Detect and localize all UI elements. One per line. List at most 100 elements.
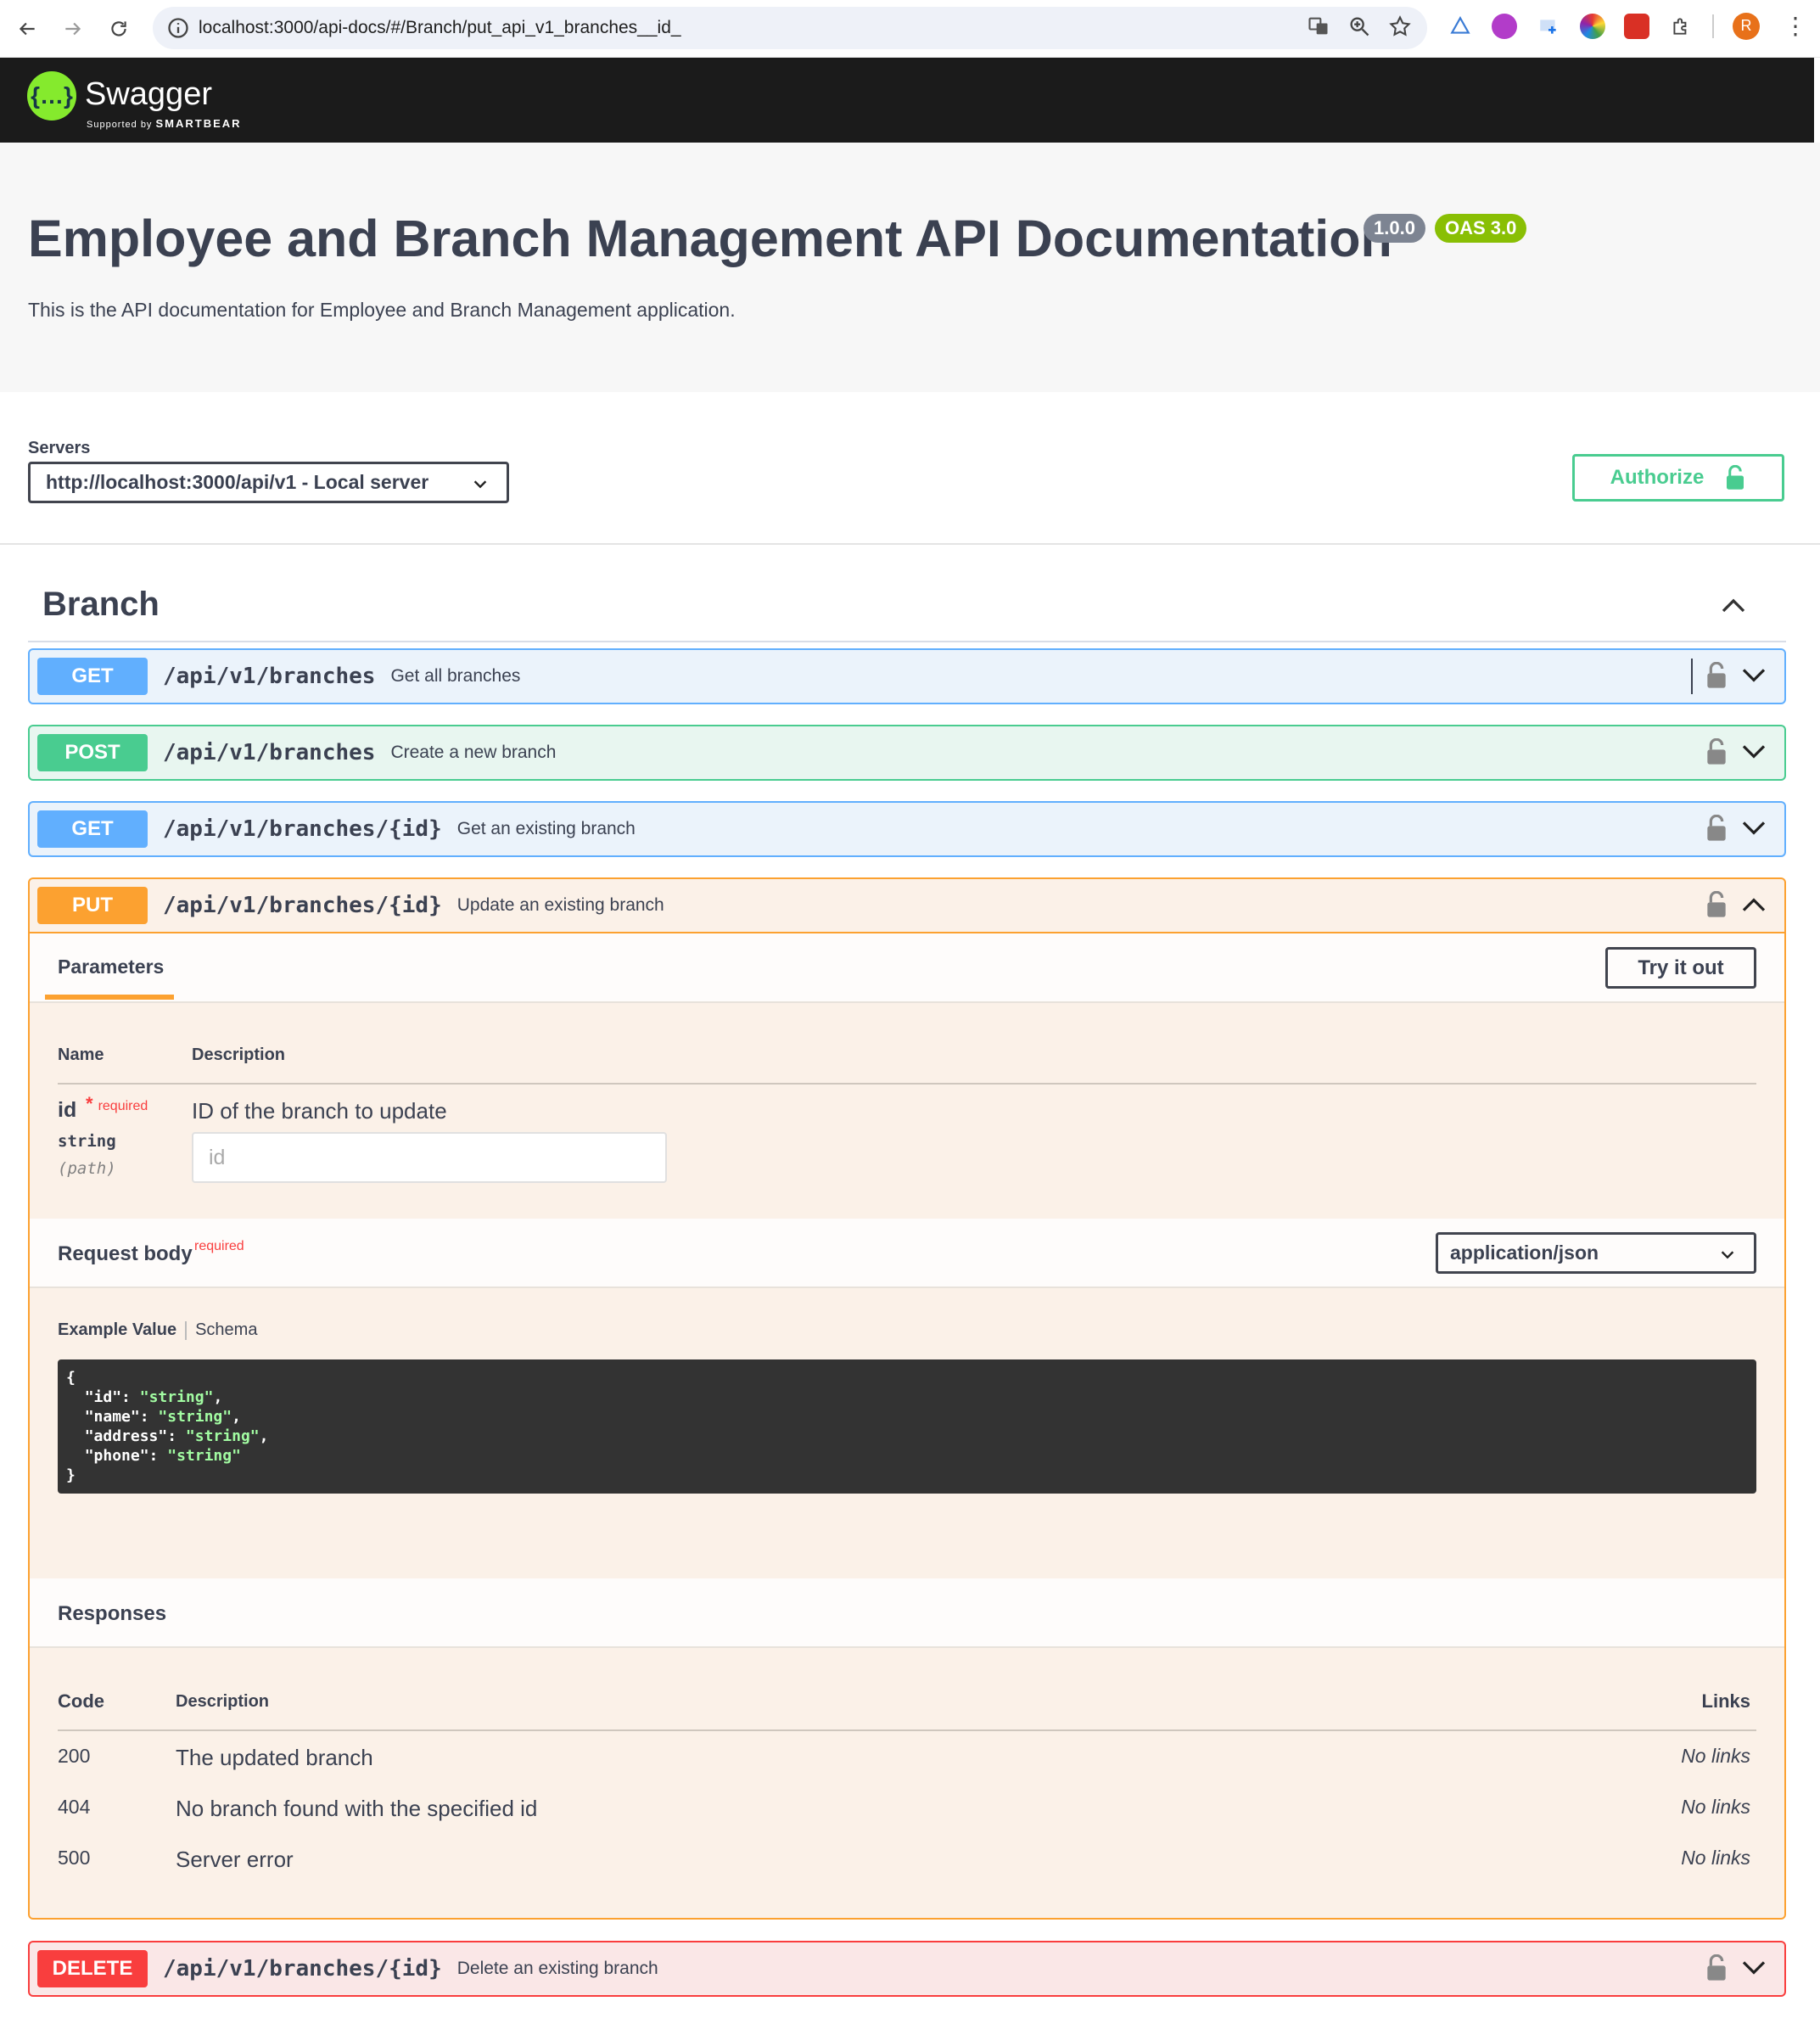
method-badge: POST: [37, 734, 148, 771]
col-links: Links: [1701, 1690, 1750, 1712]
operation-summary: Get an existing branch: [456, 819, 636, 838]
param-required: * required: [86, 1093, 148, 1115]
json-brace-open: {: [66, 1369, 76, 1387]
divider: [58, 1729, 1756, 1731]
param-location: (path): [58, 1159, 116, 1178]
extension-purple-icon[interactable]: [1492, 13, 1517, 39]
zoom-icon[interactable]: [1347, 14, 1371, 38]
operation-details: Parameters Try it out Name Description i…: [30, 932, 1784, 1913]
tab-example-value[interactable]: Example Value: [58, 1320, 176, 1339]
request-body-label: Request body: [58, 1242, 193, 1265]
example-json-code: { "id": "string", "name": "string", "add…: [58, 1359, 1756, 1494]
profile-avatar[interactable]: R: [1733, 12, 1760, 40]
operation-get-branches[interactable]: GET /api/v1/branches Get all branches: [28, 648, 1786, 704]
chevron-down-icon[interactable]: [1740, 816, 1767, 840]
chevron-up-icon[interactable]: [1718, 591, 1749, 621]
lock-open-icon: [1727, 465, 1744, 490]
browser-menu-icon[interactable]: ⋮: [1784, 12, 1807, 40]
required-mark: *: [86, 1093, 93, 1114]
operation-path: /api/v1/branches/{id}: [163, 816, 442, 842]
operation-path: /api/v1/branches: [163, 740, 376, 765]
extension-screen-icon[interactable]: [1536, 14, 1561, 39]
server-selected-value: http://localhost:3000/api/v1 - Local ser…: [46, 471, 429, 493]
lock-icon[interactable]: [1705, 662, 1728, 689]
col-description: Description: [192, 1045, 286, 1064]
response-row: 404 No branch found with the specified i…: [30, 1796, 1784, 1830]
example-tabs: Example Value Schema: [58, 1320, 257, 1340]
back-icon[interactable]: [10, 12, 44, 46]
toolbar-divider: [1712, 14, 1714, 38]
operation-summary: Create a new branch: [390, 743, 557, 762]
logo-sub-label: Supported by: [87, 120, 153, 130]
extensions-puzzle-icon[interactable]: [1668, 14, 1694, 39]
response-links: No links: [1681, 1796, 1750, 1818]
chevron-up-icon[interactable]: [1740, 893, 1767, 917]
site-info-icon[interactable]: [166, 16, 190, 40]
responses-table: Code Description Links 200 The updated b…: [30, 1648, 1784, 1913]
extension-red-icon[interactable]: [1624, 13, 1649, 39]
swagger-logo-icon[interactable]: {…}: [27, 71, 76, 121]
operation-path: /api/v1/branches: [163, 664, 376, 689]
bookmark-star-icon[interactable]: [1388, 14, 1412, 38]
server-select[interactable]: http://localhost:3000/api/v1 - Local ser…: [28, 462, 509, 503]
operation-summary: Get all branches: [390, 666, 521, 686]
operation-summary: Update an existing branch: [456, 895, 664, 915]
json-comma: ,: [259, 1427, 269, 1445]
responses-label: Responses: [58, 1602, 167, 1625]
content-type-select[interactable]: application/json: [1436, 1232, 1756, 1274]
operation-post-branches[interactable]: POST /api/v1/branches Create a new branc…: [28, 725, 1786, 781]
param-type: string: [58, 1132, 116, 1151]
chevron-down-icon: [473, 480, 487, 489]
tab-parameters[interactable]: Parameters: [58, 956, 164, 978]
content-type-value: application/json: [1450, 1242, 1599, 1264]
response-row: 200 The updated branch No links: [30, 1745, 1784, 1779]
tab-underline: [45, 995, 174, 1000]
operation-get-branch-by-id[interactable]: GET /api/v1/branches/{id} Get an existin…: [28, 801, 1786, 857]
response-description: The updated branch: [176, 1745, 373, 1770]
swagger-logo-text[interactable]: Swagger: [85, 76, 212, 113]
servers-label: Servers: [28, 439, 91, 457]
lock-icon[interactable]: [1705, 1954, 1728, 1982]
servers-section: Servers http://localhost:3000/api/v1 - L…: [0, 392, 1820, 545]
translate-icon[interactable]: [1307, 14, 1330, 38]
browser-toolbar: localhost:3000/api-docs/#/Branch/put_api…: [0, 0, 1820, 58]
json-comma: ,: [213, 1388, 223, 1406]
tab-schema[interactable]: Schema: [195, 1320, 257, 1339]
id-input[interactable]: id: [192, 1132, 667, 1183]
chevron-down-icon[interactable]: [1740, 664, 1767, 687]
json-key: "address": [84, 1427, 168, 1445]
response-code: 404: [58, 1796, 91, 1818]
lock-icon[interactable]: [1705, 815, 1728, 842]
json-brace-close: }: [66, 1466, 76, 1484]
lock-icon[interactable]: [1705, 738, 1728, 765]
tab-divider: [185, 1320, 188, 1340]
response-row: 500 Server error No links: [30, 1847, 1784, 1881]
json-value: "string": [139, 1388, 214, 1406]
chevron-down-icon[interactable]: [1740, 740, 1767, 764]
api-description: This is the API documentation for Employ…: [28, 299, 736, 321]
col-name: Name: [58, 1045, 104, 1064]
json-value: "string": [167, 1447, 241, 1465]
json-comma: ,: [232, 1408, 241, 1426]
response-code: 200: [58, 1745, 91, 1767]
json-value: "string": [185, 1427, 260, 1445]
url-text[interactable]: localhost:3000/api-docs/#/Branch/put_api…: [199, 18, 681, 38]
tag-branch-title[interactable]: Branch: [42, 586, 160, 624]
authorize-button[interactable]: Authorize: [1572, 454, 1784, 502]
operation-path: /api/v1/branches/{id}: [163, 1956, 442, 1982]
reload-icon[interactable]: [102, 12, 136, 46]
extension-color-icon[interactable]: [1580, 13, 1605, 39]
try-it-out-button[interactable]: Try it out: [1605, 947, 1756, 989]
parameters-header: Parameters Try it out: [30, 933, 1784, 1003]
address-bar[interactable]: localhost:3000/api-docs/#/Branch/put_api…: [153, 7, 1427, 49]
json-value: "string": [158, 1408, 232, 1426]
version-badge: 1.0.0: [1364, 214, 1425, 243]
operation-delete-branch[interactable]: DELETE /api/v1/branches/{id} Delete an e…: [28, 1941, 1786, 1997]
forward-icon[interactable]: [56, 12, 90, 46]
chevron-down-icon[interactable]: [1740, 1956, 1767, 1980]
lock-icon[interactable]: [1705, 891, 1728, 918]
divider: [58, 1083, 1756, 1085]
api-info: Employee and Branch Management API Docum…: [0, 143, 1820, 392]
extension-drive-icon[interactable]: [1448, 14, 1473, 39]
operation-put-branch[interactable]: PUT /api/v1/branches/{id} Update an exis…: [28, 877, 1786, 1920]
